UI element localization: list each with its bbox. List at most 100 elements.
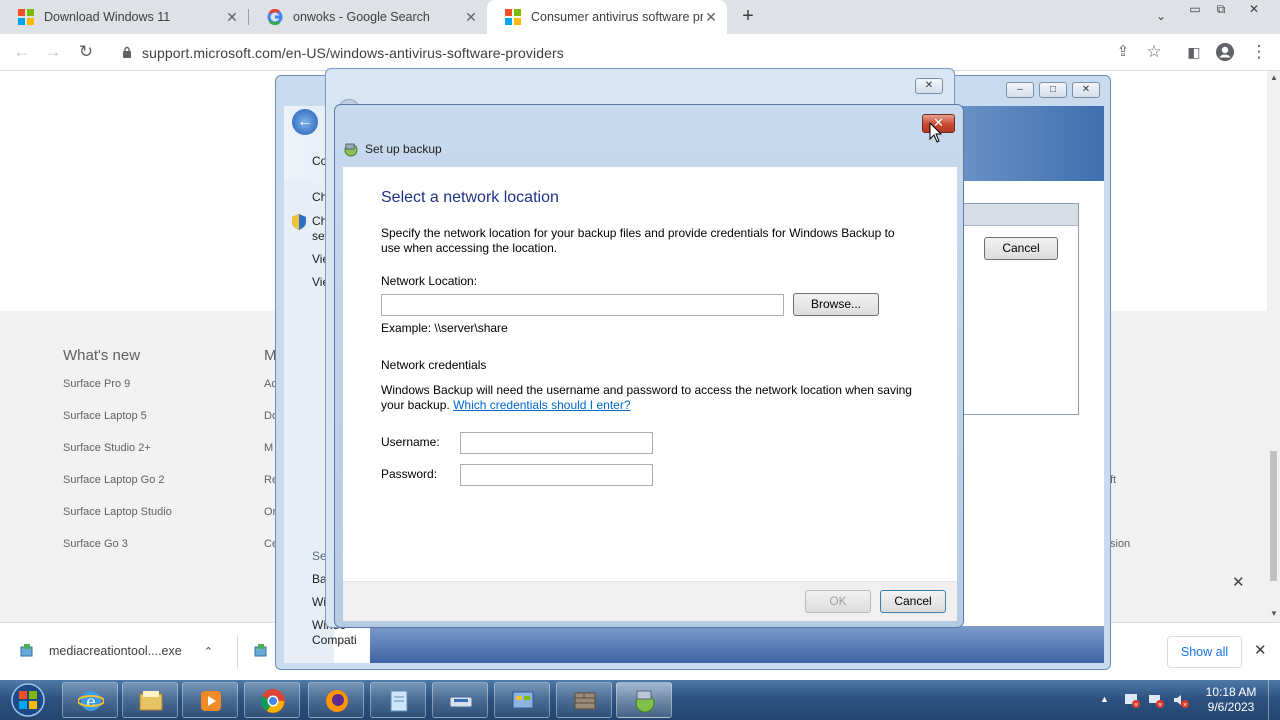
page-heading: Select a network location xyxy=(381,189,559,206)
close-banner-icon[interactable]: ✕ xyxy=(1232,573,1245,591)
side-panel-icon[interactable]: ◧ xyxy=(1181,40,1207,64)
footer-link[interactable]: Surface Laptop Go 2 xyxy=(63,474,165,486)
password-label: Password: xyxy=(381,467,438,481)
example-text: Example: \\server\share xyxy=(381,321,508,335)
dialog-button-area: OK Cancel xyxy=(343,581,957,621)
close-tab-icon[interactable]: ✕ xyxy=(224,9,240,25)
mouse-cursor-icon xyxy=(929,122,943,143)
media-player-icon[interactable] xyxy=(182,682,238,718)
system-clock[interactable]: 10:18 AM 9/6/2023 xyxy=(1196,685,1266,715)
network-icon[interactable]: × xyxy=(1147,692,1165,708)
clock-time: 10:18 AM xyxy=(1205,685,1257,699)
download-item[interactable]: mediacreationtool....exe ⌃ xyxy=(20,644,213,658)
lock-icon xyxy=(123,46,131,58)
footer-link[interactable]: Surface Go 3 xyxy=(63,538,128,550)
footer-link[interactable]: Surface Laptop Studio xyxy=(63,506,172,518)
tab-title: Consumer antivirus software pro xyxy=(531,10,703,24)
installer-file-icon xyxy=(20,644,33,657)
cancel-button[interactable]: Cancel xyxy=(880,590,946,613)
clock-date: 9/6/2023 xyxy=(1207,700,1255,714)
back-icon[interactable]: ← xyxy=(9,40,35,64)
tab-strip: Download Windows 11 ✕ onwoks - Google Se… xyxy=(0,0,1280,34)
browser-toolbar: ← → ↻ support.microsoft.com/en-US/window… xyxy=(0,34,1280,71)
firewall-icon[interactable] xyxy=(556,682,612,718)
scrollbar-thumb[interactable] xyxy=(1270,451,1277,581)
backup-icon[interactable] xyxy=(616,682,672,718)
uac-shield-icon xyxy=(292,214,306,230)
footer-link[interactable]: Surface Laptop 5 xyxy=(63,410,147,422)
show-hidden-icons-icon[interactable]: ▲ xyxy=(1100,694,1109,720)
profile-icon[interactable] xyxy=(1212,40,1238,64)
show-desktop-button[interactable] xyxy=(1268,680,1280,720)
close-tab-icon[interactable]: ✕ xyxy=(463,9,479,25)
bookmark-star-icon[interactable]: ☆ xyxy=(1141,40,1167,64)
restore-icon[interactable]: ⧉ xyxy=(1210,2,1232,18)
volume-icon[interactable]: × xyxy=(1172,692,1190,708)
reload-icon[interactable]: ↻ xyxy=(73,40,99,64)
close-download-bar-icon[interactable]: ✕ xyxy=(1254,641,1267,659)
credentials-heading: Network credentials xyxy=(381,358,487,372)
tab-title: Download Windows 11 xyxy=(44,10,171,24)
sidebar-fragment[interactable]: Compati xyxy=(312,633,357,647)
cancel-button[interactable]: Cancel xyxy=(984,237,1058,260)
dialog-content: Select a network location Specify the ne… xyxy=(343,167,957,581)
microsoft-logo-icon xyxy=(18,9,34,25)
file-explorer-icon[interactable] xyxy=(122,682,178,718)
tab-download-windows[interactable]: Download Windows 11 ✕ xyxy=(0,0,248,34)
set-up-backup-dialog: Set up backup ✕ Select a network locatio… xyxy=(334,104,964,628)
show-all-button[interactable]: Show all xyxy=(1167,636,1242,668)
network-location-label: Network Location: xyxy=(381,274,478,288)
username-input[interactable] xyxy=(460,432,653,454)
svg-text:×: × xyxy=(1183,702,1187,708)
footer-link[interactable]: Surface Studio 2+ xyxy=(63,442,151,454)
progress-panel xyxy=(963,203,1079,415)
action-center-icon[interactable]: × xyxy=(1123,692,1141,708)
firefox-icon[interactable] xyxy=(308,682,364,718)
download-filename: mediacreationtool....exe xyxy=(49,644,182,658)
chrome-icon[interactable] xyxy=(244,682,300,718)
close-icon[interactable]: ✕ xyxy=(1072,82,1100,98)
scanner-icon[interactable] xyxy=(432,682,488,718)
credentials-help-link[interactable]: Which credentials should I enter? xyxy=(453,398,630,412)
close-window-icon[interactable]: ✕ xyxy=(1243,2,1265,18)
close-tab-icon[interactable]: ✕ xyxy=(703,9,719,25)
tab-google-search[interactable]: onwoks - Google Search ✕ xyxy=(249,0,487,34)
address-bar[interactable]: support.microsoft.com/en-US/windows-anti… xyxy=(110,38,1176,67)
svg-text:×: × xyxy=(1134,702,1138,708)
description-text: Specify the network location for your ba… xyxy=(381,226,895,255)
credentials-text: Windows Backup will need the username an… xyxy=(381,383,921,413)
page-scrollbar[interactable]: ▲ ▼ xyxy=(1267,71,1280,622)
share-icon[interactable]: ⇪ xyxy=(1110,40,1136,64)
tab-title: onwoks - Google Search xyxy=(293,10,430,24)
minimize-icon[interactable]: – xyxy=(1006,82,1034,98)
maximize-icon[interactable]: □ xyxy=(1039,82,1067,98)
chevron-up-icon[interactable]: ⌃ xyxy=(204,645,213,658)
footer-link[interactable]: sion xyxy=(1110,538,1130,550)
sidebar-fragment[interactable]: Wi xyxy=(312,595,326,609)
menu-icon[interactable]: ⋮ xyxy=(1246,40,1272,64)
taskbar: e ▲ × × × 10:18 AM 9/6/2023 xyxy=(0,680,1280,720)
notepad-icon[interactable] xyxy=(370,682,426,718)
tab-antivirus[interactable]: Consumer antivirus software pro ✕ xyxy=(487,0,727,34)
control-panel-icon[interactable] xyxy=(494,682,550,718)
footer-link[interactable]: M xyxy=(264,442,273,454)
new-tab-icon[interactable]: + xyxy=(738,6,758,28)
username-label: Username: xyxy=(381,435,440,449)
browse-button[interactable]: Browse... xyxy=(793,293,879,316)
back-icon[interactable]: ← xyxy=(292,109,318,135)
forward-icon[interactable]: → xyxy=(40,40,66,64)
footer-link[interactable]: Surface Pro 9 xyxy=(63,378,130,390)
svg-text:e: e xyxy=(86,692,95,711)
ok-button[interactable]: OK xyxy=(805,590,871,613)
svg-text:×: × xyxy=(1158,702,1162,708)
password-input[interactable] xyxy=(460,464,653,486)
internet-explorer-icon[interactable]: e xyxy=(62,682,118,718)
close-icon[interactable]: ✕ xyxy=(915,78,943,94)
start-button-icon[interactable] xyxy=(4,682,52,718)
installer-file-icon xyxy=(254,644,267,657)
minimize-icon[interactable]: ▭ xyxy=(1184,2,1206,18)
network-location-input[interactable] xyxy=(381,294,784,316)
tab-search-icon[interactable]: ⌄ xyxy=(1150,9,1172,25)
google-logo-icon xyxy=(267,9,283,25)
whats-new-heading: What's new xyxy=(63,347,141,364)
